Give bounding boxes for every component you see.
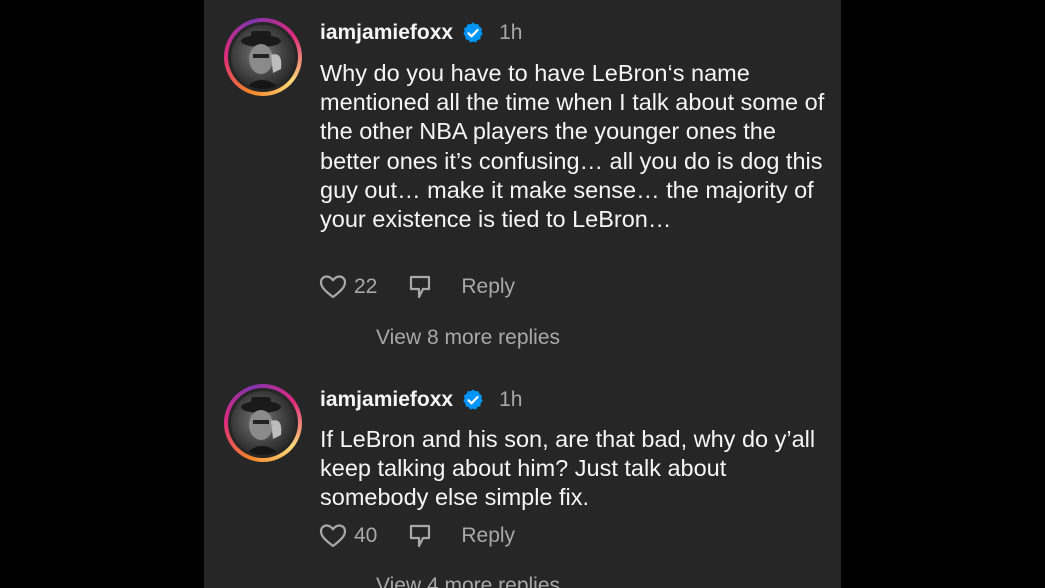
comment-actions: 22 Reply [318,272,515,302]
avatar-photo [231,391,295,455]
view-more-replies[interactable]: View 8 more replies [376,326,560,350]
heart-icon[interactable] [318,521,348,551]
comment-header: iamjamiefoxx 1h [320,385,522,415]
avatar[interactable] [224,384,302,462]
timestamp: 1h [499,388,523,411]
username[interactable]: iamjamiefoxx [320,388,453,412]
like-count: 22 [354,275,378,298]
avatar[interactable] [224,18,302,96]
reply-bubble-icon[interactable] [405,272,435,302]
comment-actions: 40 Reply [318,521,515,551]
verified-badge-icon [463,389,483,410]
comment-text: If LeBron and his son, are that bad, why… [320,426,816,511]
reply-bubble-icon[interactable] [405,521,435,551]
reply-button[interactable]: Reply [461,275,515,299]
view-more-replies[interactable]: View 4 more replies [376,574,560,588]
comment-text: Why do you have to have LeBron‘s name me… [320,60,825,233]
comments-panel: iamjamiefoxx 1h Why do you have to have … [204,0,841,588]
comment-header: iamjamiefoxx 1h [320,18,522,48]
timestamp: 1h [499,21,523,44]
like-count: 40 [354,524,378,547]
avatar-photo [231,25,295,89]
username[interactable]: iamjamiefoxx [320,21,453,45]
heart-icon[interactable] [318,272,348,302]
verified-badge-icon [463,22,483,43]
reply-button[interactable]: Reply [461,524,515,548]
